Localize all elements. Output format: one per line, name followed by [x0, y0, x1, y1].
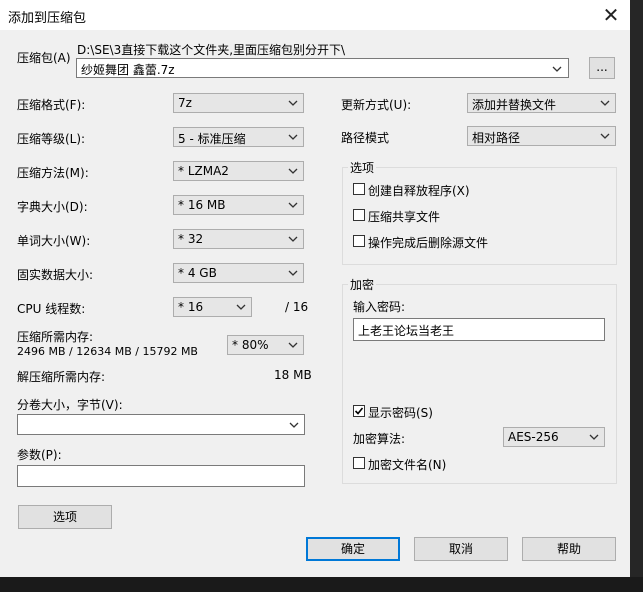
chevron-down-icon [600, 100, 610, 106]
title-bar: 添加到压缩包 ✕ [0, 0, 630, 30]
level-label: 压缩等级(L): [17, 132, 86, 146]
decomp-value: 18 MB [274, 368, 312, 382]
mem-select[interactable]: * 80% [227, 335, 304, 355]
chevron-down-icon [288, 270, 298, 276]
params-input[interactable] [17, 465, 305, 487]
show-password-checkbox[interactable] [353, 405, 365, 417]
archive-path: D:\SE\3直接下载这个文件夹,里面压缩包别分开下\ [77, 43, 346, 57]
update-label: 更新方式(U): [341, 98, 412, 112]
window-title: 添加到压缩包 [8, 11, 87, 26]
method-select[interactable]: * LZMA2 [173, 161, 304, 181]
chevron-down-icon [288, 342, 298, 348]
word-label: 单词大小(W): [17, 234, 91, 248]
decomp-label: 解压缩所需内存: [17, 370, 106, 384]
solid-select[interactable]: * 4 GB [173, 263, 304, 283]
word-value: * 32 [178, 232, 204, 246]
background-window-edge [630, 0, 643, 592]
threads-total: / 16 [285, 300, 309, 314]
pathmode-select[interactable]: 相对路径 [467, 126, 616, 146]
chevron-down-icon[interactable] [551, 63, 563, 75]
password-value: 上老王论坛当老王 [358, 324, 455, 338]
sfx-checkbox[interactable] [353, 183, 365, 195]
update-select[interactable]: 添加并替换文件 [467, 93, 616, 113]
solid-value: * 4 GB [178, 266, 217, 280]
archive-name-combo[interactable]: 纱姬舞团 鑫蕾.7z [76, 58, 569, 78]
password-label: 输入密码: [353, 300, 406, 314]
shared-label: 压缩共享文件 [368, 210, 441, 224]
enc-method-value: AES-256 [508, 430, 559, 444]
split-size-combo[interactable] [17, 414, 305, 435]
chevron-down-icon [288, 236, 298, 242]
mem-detail: 2496 MB / 12634 MB / 15792 MB [17, 345, 198, 358]
add-to-archive-dialog: 添加到压缩包 ✕ 压缩包(A) D:\SE\3直接下载这个文件夹,里面压缩包别分… [0, 0, 630, 577]
params-label: 参数(P): [17, 448, 62, 462]
pathmode-label: 路径模式 [341, 131, 390, 145]
update-value: 添加并替换文件 [472, 98, 557, 112]
solid-label: 固实数据大小: [17, 268, 94, 282]
chevron-down-icon [288, 134, 298, 140]
threads-label: CPU 线程数: [17, 302, 86, 316]
split-label: 分卷大小，字节(V): [17, 398, 123, 412]
delete-label: 操作完成后删除源文件 [368, 236, 489, 250]
shared-checkbox[interactable] [353, 209, 365, 221]
dict-label: 字典大小(D): [17, 200, 88, 214]
archive-label: 压缩包(A) [17, 51, 71, 65]
ok-button[interactable]: 确定 [306, 537, 400, 561]
dict-value: * 16 MB [178, 198, 226, 212]
word-select[interactable]: * 32 [173, 229, 304, 249]
encrypt-names-label: 加密文件名(N) [368, 458, 447, 472]
chevron-down-icon [288, 168, 298, 174]
encrypt-names-checkbox[interactable] [353, 457, 365, 469]
browse-button[interactable]: ... [589, 57, 615, 79]
cancel-button[interactable]: 取消 [414, 537, 508, 561]
format-select[interactable]: 7z [173, 93, 304, 113]
options-group-title: 选项 [348, 159, 377, 176]
chevron-down-icon [236, 304, 246, 310]
threads-select[interactable]: * 16 [173, 297, 252, 317]
delete-checkbox[interactable] [353, 235, 365, 247]
level-value: 5 - 标准压缩 [178, 132, 246, 146]
pathmode-value: 相对路径 [472, 131, 521, 145]
method-value: * LZMA2 [178, 164, 229, 178]
encryption-group-title: 加密 [348, 276, 377, 293]
chevron-down-icon [288, 100, 298, 106]
show-password-label: 显示密码(S) [368, 406, 433, 420]
checkmark-icon [354, 407, 364, 415]
enc-method-label: 加密算法: [353, 432, 406, 446]
dict-select[interactable]: * 16 MB [173, 195, 304, 215]
method-label: 压缩方法(M): [17, 166, 89, 180]
mem-value: * 80% [232, 338, 269, 352]
chevron-down-icon [600, 133, 610, 139]
enc-method-select[interactable]: AES-256 [503, 427, 605, 447]
level-select[interactable]: 5 - 标准压缩 [173, 127, 304, 147]
background-window-edge-bottom [0, 577, 643, 592]
mem-label: 压缩所需内存: [17, 330, 94, 344]
chevron-down-icon [288, 202, 298, 208]
chevron-down-icon[interactable] [288, 419, 300, 431]
format-label: 压缩格式(F): [17, 98, 86, 112]
options-button[interactable]: 选项 [18, 505, 112, 529]
sfx-label: 创建自释放程序(X) [368, 184, 470, 198]
close-icon[interactable]: ✕ [596, 2, 626, 28]
format-value: 7z [178, 96, 192, 110]
threads-value: * 16 [178, 300, 204, 314]
archive-name-value: 纱姬舞团 鑫蕾.7z [81, 63, 175, 77]
help-button[interactable]: 帮助 [522, 537, 616, 561]
chevron-down-icon [589, 434, 599, 440]
password-input[interactable]: 上老王论坛当老王 [353, 318, 605, 341]
